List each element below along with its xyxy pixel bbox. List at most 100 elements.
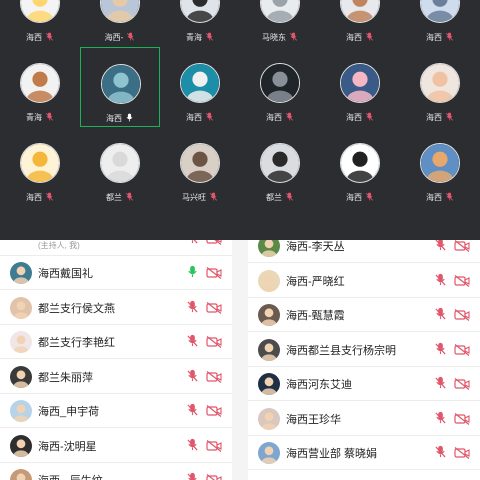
participant-list-left: (主持人, 我) 海西戴国礼 都兰支行侯文燕 都兰支行李艳红 都兰朱丽萍 海西_申宇荷海…: [0, 240, 232, 480]
camera-icon[interactable]: [454, 377, 470, 395]
avatar: [180, 0, 220, 23]
camera-icon[interactable]: [454, 412, 470, 430]
video-tile[interactable]: 海西: [0, 127, 80, 207]
tile-name: 海西: [426, 112, 442, 122]
microphone-icon[interactable]: [186, 300, 199, 318]
avatar: [260, 0, 300, 23]
video-tile[interactable]: 海西: [240, 47, 320, 127]
avatar: [10, 365, 32, 388]
camera-icon[interactable]: [206, 404, 222, 422]
participant-row[interactable]: 海西王珍华: [248, 402, 480, 436]
camera-icon[interactable]: [454, 343, 470, 361]
microphone-icon[interactable]: [434, 445, 447, 463]
microphone-icon[interactable]: [434, 240, 447, 256]
microphone-icon[interactable]: [186, 472, 199, 480]
microphone-icon[interactable]: [434, 411, 447, 429]
avatar: [258, 442, 280, 464]
microphone-icon: [45, 108, 54, 126]
participant-row[interactable]: 都兰支行李艳红: [0, 325, 232, 359]
camera-icon[interactable]: [206, 266, 222, 284]
microphone-icon[interactable]: [186, 438, 199, 456]
avatar: [340, 0, 380, 23]
microphone-icon: [45, 28, 54, 46]
participant-name: 海西河东艾迪: [286, 379, 352, 391]
camera-icon[interactable]: [206, 335, 222, 353]
participant-row[interactable]: 海西都兰县支行杨宗明: [248, 333, 480, 367]
video-tile[interactable]: 海西-: [80, 0, 160, 47]
video-tile[interactable]: 都兰: [240, 127, 320, 207]
participant-row[interactable]: 都兰朱丽萍: [0, 360, 232, 394]
avatar: [180, 63, 220, 103]
microphone-icon[interactable]: [434, 273, 447, 291]
avatar: [258, 269, 280, 292]
microphone-icon[interactable]: [186, 265, 199, 283]
avatar: [258, 338, 280, 361]
microphone-icon[interactable]: [434, 376, 447, 394]
video-tile[interactable]: 都兰: [80, 127, 160, 207]
tile-name: 都兰: [266, 192, 282, 202]
participant-row[interactable]: 海西-李天丛: [248, 240, 480, 263]
camera-icon[interactable]: [206, 240, 222, 250]
camera-icon[interactable]: [206, 301, 222, 319]
video-tile[interactable]: 马晓东: [240, 0, 320, 47]
microphone-icon[interactable]: [434, 342, 447, 360]
tile-name: 海西: [106, 113, 122, 123]
microphone-icon[interactable]: [186, 240, 199, 249]
avatar: [10, 469, 32, 480]
video-tile[interactable]: 海西: [400, 0, 480, 47]
avatar: [20, 0, 60, 23]
microphone-icon[interactable]: [434, 307, 447, 325]
video-tile[interactable]: 海西: [80, 47, 160, 127]
participant-list: (主持人, 我) 海西戴国礼 都兰支行侯文燕 都兰支行李艳红 都兰朱丽萍 海西_申宇荷海…: [0, 240, 480, 480]
camera-icon[interactable]: [206, 439, 222, 457]
avatar: [10, 434, 32, 457]
camera-icon[interactable]: [454, 274, 470, 292]
video-tile[interactable]: 海西: [0, 0, 80, 47]
participant-row[interactable]: 海西营业部 蔡晓娟: [248, 436, 480, 470]
video-tile[interactable]: 海西: [400, 47, 480, 127]
camera-icon[interactable]: [454, 446, 470, 464]
microphone-icon: [205, 108, 214, 126]
avatar: [420, 63, 460, 103]
camera-icon[interactable]: [206, 473, 222, 480]
tile-name: 海西: [426, 192, 442, 202]
microphone-icon[interactable]: [186, 403, 199, 421]
video-tile[interactable]: 海西: [160, 47, 240, 127]
tile-name: 海西: [26, 32, 42, 42]
camera-icon[interactable]: [454, 240, 470, 257]
video-tile[interactable]: 海西: [320, 47, 400, 127]
avatar: [101, 64, 141, 104]
tile-name: 青海: [186, 32, 202, 42]
tile-name: 都兰: [106, 192, 122, 202]
video-tile[interactable]: 海西: [400, 127, 480, 207]
participant-name: 海西-沈明星: [38, 440, 97, 453]
microphone-icon[interactable]: [186, 369, 199, 387]
video-tile[interactable]: 青海: [160, 0, 240, 47]
participant-row[interactable]: 海西_申宇荷: [0, 394, 232, 428]
camera-icon[interactable]: [454, 308, 470, 326]
microphone-icon: [365, 28, 374, 46]
tile-name: 海西: [266, 112, 282, 122]
participant-row[interactable]: 海西-沈明星: [0, 429, 232, 463]
microphone-icon[interactable]: [186, 334, 199, 352]
participant-row[interactable]: 海西河东艾迪: [248, 367, 480, 401]
video-grid: 海西 海西- 青海 马晓东 海西 海西 青海 海西 海西 海西 海西 海西 海西 都兰 马兴旺 都兰 海西 海西: [0, 0, 480, 240]
participant-name: 都兰支行李艳红: [38, 337, 115, 349]
participant-row[interactable]: 海西-严晓红: [248, 264, 480, 298]
tile-name: 海西: [346, 192, 362, 202]
video-tile[interactable]: 马兴旺: [160, 127, 240, 207]
video-tile[interactable]: 海西: [320, 127, 400, 207]
video-tile[interactable]: 青海: [0, 47, 80, 127]
participant-row[interactable]: [0, 240, 232, 256]
participant-name: 海西-李天丛: [286, 241, 345, 253]
avatar: [420, 143, 460, 183]
microphone-icon: [445, 28, 454, 46]
camera-icon[interactable]: [206, 370, 222, 388]
participant-row[interactable]: 海西戴国礼: [0, 256, 232, 290]
participant-name: 海西戴国礼: [38, 268, 93, 280]
participant-row[interactable]: 都兰支行侯文燕: [0, 291, 232, 325]
participant-row[interactable]: 海西 - 辰生纹: [0, 463, 232, 480]
participant-row[interactable]: 海西-甄慧霞: [248, 298, 480, 332]
video-tile[interactable]: 海西: [320, 0, 400, 47]
microphone-icon: [205, 28, 214, 46]
